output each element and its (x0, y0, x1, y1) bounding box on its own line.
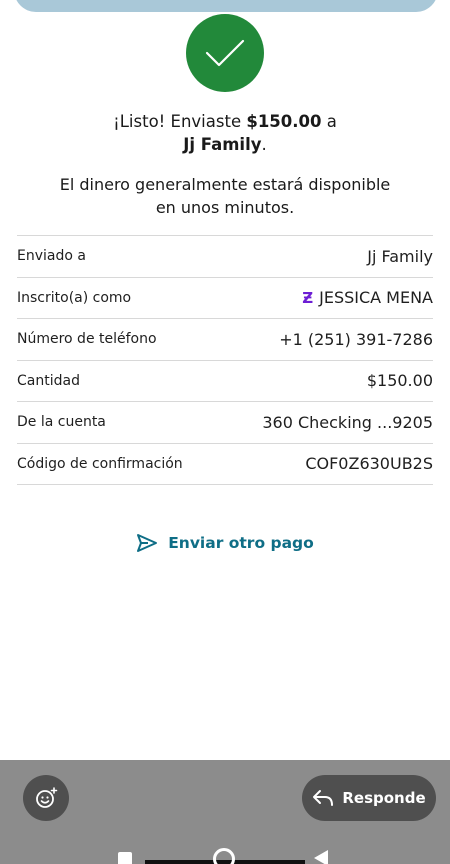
back-nav-icon[interactable] (314, 850, 328, 864)
detail-row-enrolled-as: Inscrito(a) como Ƶ JESSICA MENA (17, 278, 433, 319)
availability-note: El dinero generalmente estará disponible… (0, 173, 450, 219)
recents-nav-icon[interactable] (118, 852, 132, 864)
detail-row-account: De la cuenta 360 Checking ...9205 (17, 402, 433, 444)
availability-line-1: El dinero generalmente estará disponible (59, 175, 391, 194)
detail-value: COF0Z630UB2S (305, 454, 433, 474)
send-icon (137, 534, 158, 552)
detail-value: JESSICA MENA (319, 288, 433, 308)
zelle-icon: Ƶ (302, 288, 314, 307)
reply-arrow-icon (313, 790, 334, 806)
detail-value-wrap: Ƶ JESSICA MENA (302, 288, 433, 307)
detail-label: Enviado a (17, 248, 86, 265)
checkmark-icon (205, 39, 245, 67)
detail-row-confirmation-code: Código de confirmación COF0Z630UB2S (17, 444, 433, 485)
confirmation-headline: ¡Listo! Enviaste $150.00 a Jj Family. (0, 110, 450, 156)
headline-end: . (261, 135, 267, 154)
success-badge (186, 14, 264, 92)
detail-value: Jj Family (367, 246, 433, 266)
reply-button[interactable]: Responde (302, 775, 436, 821)
detail-value: +1 (251) 391-7286 (279, 329, 433, 349)
detail-label: Inscrito(a) como (17, 289, 132, 306)
reply-label: Responde (342, 789, 426, 807)
detail-label: Código de confirmación (17, 455, 183, 472)
recipient-name: Jj Family (183, 135, 262, 154)
sent-amount: $150.00 (246, 112, 322, 131)
detail-value: 360 Checking ...9205 (262, 412, 433, 432)
emoji-add-icon (36, 787, 58, 808)
message-action-bar: Responde (0, 760, 450, 864)
detail-row-phone: Número de teléfono +1 (251) 391-7286 (17, 319, 433, 361)
headline-prefix: ¡Listo! Enviaste (113, 112, 247, 131)
headline-mid: a (321, 112, 337, 131)
send-another-payment-label: Enviar otro pago (168, 534, 314, 552)
detail-row-sent-to: Enviado a Jj Family (17, 236, 433, 278)
detail-value: $150.00 (366, 371, 433, 391)
detail-label: De la cuenta (17, 414, 106, 431)
detail-label: Número de teléfono (17, 331, 157, 348)
detail-row-amount: Cantidad $150.00 (17, 361, 433, 402)
send-another-payment-button[interactable]: Enviar otro pago (0, 533, 450, 553)
availability-line-2: en unos minutos. (155, 198, 295, 217)
add-reaction-button[interactable] (23, 775, 69, 821)
system-navigation-bar (0, 848, 450, 864)
detail-label: Cantidad (17, 372, 80, 389)
home-nav-icon[interactable] (213, 848, 235, 864)
top-banner-edge (14, 0, 438, 12)
payment-details: Enviado a Jj Family Inscrito(a) como Ƶ J… (17, 235, 433, 485)
